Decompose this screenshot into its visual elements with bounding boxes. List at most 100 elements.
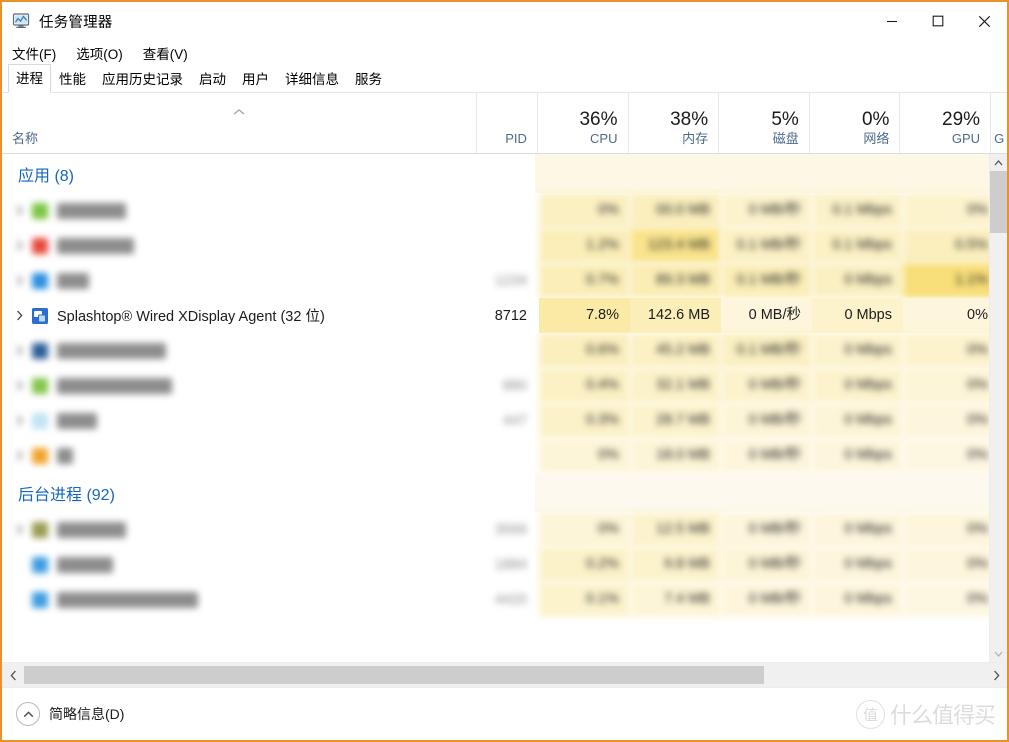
tab-startup[interactable]: 启动 bbox=[191, 65, 234, 93]
column-header-gpu[interactable]: 29% GPU bbox=[899, 93, 990, 153]
task-manager-window: 任务管理器 文件(F) 选项(O) 查看(V) 进程 性能 应用历史记录 启动 … bbox=[0, 0, 1009, 742]
process-group-metric-spacer bbox=[899, 154, 990, 193]
expand-chevron-icon[interactable] bbox=[12, 414, 26, 428]
close-button[interactable] bbox=[961, 2, 1007, 40]
expand-chevron-icon[interactable] bbox=[12, 344, 26, 358]
process-name-cell bbox=[2, 447, 478, 464]
expand-chevron-icon[interactable] bbox=[12, 204, 26, 218]
process-name-label: Splashtop® Wired XDisplay Agent (32 位) bbox=[57, 309, 325, 325]
process-row[interactable]: 0.6% 45.2 MB 0.1 MB/秒 0 Mbps 0% bbox=[2, 333, 994, 368]
process-group-metric-spacer bbox=[717, 154, 808, 193]
process-name-cell: Windows bbox=[2, 377, 478, 394]
process-row[interactable]: 0% 00.0 MB 0 MB/秒 0.1 Mbps 0% bbox=[2, 193, 994, 228]
process-pid-cell: 880 bbox=[502, 377, 527, 394]
process-row[interactable]: 447 0.3% 28.7 MB 0 MB/秒 0 Mbps 0% bbox=[2, 403, 994, 438]
process-group-metric-spacer bbox=[535, 473, 626, 512]
process-rows-container: 应用 (8) 0% 00.0 MB 0 MB/秒 0.1 Mbps 0% 1.2% 123… bbox=[2, 154, 994, 662]
process-group-header[interactable]: 后台进程 (92) bbox=[2, 473, 990, 512]
vertical-scrollbar[interactable] bbox=[989, 154, 1007, 662]
process-row[interactable]: 1234 0.7% 89.3 MB 0.1 MB/秒 0 Mbps 1.1% bbox=[2, 263, 994, 298]
process-name-label bbox=[57, 272, 90, 289]
expand-chevron-icon[interactable] bbox=[12, 379, 26, 393]
vertical-scroll-track[interactable] bbox=[990, 171, 1007, 645]
horizontal-scroll-track[interactable] bbox=[24, 666, 985, 684]
process-name-cell bbox=[2, 521, 478, 538]
expand-chevron-icon[interactable] bbox=[12, 274, 26, 288]
process-pid-cell: 447 bbox=[502, 412, 527, 429]
tab-services[interactable]: 服务 bbox=[347, 65, 390, 93]
scroll-up-icon[interactable] bbox=[990, 154, 1007, 171]
process-group-header[interactable]: 应用 (8) bbox=[2, 154, 990, 193]
column-header-cpu-label: CPU bbox=[590, 131, 618, 146]
window-controls bbox=[869, 2, 1007, 40]
scroll-down-icon[interactable] bbox=[990, 645, 1007, 662]
menu-item-file[interactable]: 文件(F) bbox=[12, 43, 56, 63]
expand-chevron-icon[interactable] bbox=[12, 239, 26, 253]
menu-item-options-label: 选项(O) bbox=[76, 46, 123, 62]
column-header-memory-label: 内存 bbox=[682, 131, 709, 146]
sort-ascending-icon bbox=[232, 103, 246, 121]
column-header-memory[interactable]: 38% 内存 bbox=[627, 93, 719, 153]
column-header-gpu-engine-label: G bbox=[994, 131, 1005, 146]
process-app-icon bbox=[32, 521, 48, 538]
column-header-pid[interactable]: PID bbox=[476, 93, 537, 153]
process-row[interactable]: Splashtop® Wired XDisplay Agent (32 位) 87… bbox=[2, 298, 994, 333]
watermark-text: 什么值得买 bbox=[889, 703, 996, 728]
expand-chevron-icon[interactable] bbox=[12, 309, 26, 323]
process-name-cell bbox=[2, 202, 478, 219]
process-app-icon bbox=[32, 591, 48, 608]
minimize-button[interactable] bbox=[869, 2, 915, 40]
column-header-disk-percent: 5% bbox=[771, 109, 799, 130]
process-list: 应用 (8) 0% 00.0 MB 0 MB/秒 0.1 Mbps 0% 1.2% 123… bbox=[2, 154, 1007, 662]
fewer-details-label: 简略信息(D) bbox=[49, 706, 125, 722]
tab-app-history[interactable]: 应用历史记录 bbox=[94, 65, 191, 93]
process-row[interactable]: 3566 0% 12.5 MB 0 MB/秒 0 Mbps 0% bbox=[2, 512, 994, 547]
process-app-icon bbox=[32, 202, 48, 219]
process-pid-cell: 1234 bbox=[494, 272, 527, 289]
maximize-button[interactable] bbox=[915, 2, 961, 40]
process-group-metric-spacer bbox=[626, 154, 717, 193]
process-pid-cell: 3566 bbox=[494, 521, 527, 538]
process-row[interactable]: 0% 18.0 MB 0 MB/秒 0 Mbps 0% bbox=[2, 438, 994, 473]
column-header-disk[interactable]: 5% 磁盘 bbox=[718, 93, 809, 153]
menu-item-view[interactable]: 查看(V) bbox=[143, 43, 188, 63]
tab-performance[interactable]: 性能 bbox=[51, 65, 94, 93]
scroll-left-icon[interactable] bbox=[2, 670, 24, 681]
menu-bar: 文件(F) 选项(O) 查看(V) bbox=[2, 40, 1007, 65]
task-manager-monitor-icon bbox=[12, 13, 30, 29]
menu-item-options[interactable]: 选项(O) bbox=[76, 43, 123, 63]
process-app-icon bbox=[32, 342, 48, 359]
column-header-gpu-label: GPU bbox=[951, 131, 981, 146]
process-app-icon bbox=[32, 272, 48, 289]
tab-details[interactable]: 详细信息 bbox=[277, 65, 347, 93]
vertical-scroll-thumb[interactable] bbox=[990, 171, 1007, 233]
column-header-row: 名称 PID 36% CPU 38% 内存 5% 磁盘 0% 网络 29% GP… bbox=[2, 93, 1007, 154]
process-name-label bbox=[57, 591, 198, 608]
process-name-cell bbox=[2, 237, 478, 254]
column-header-network[interactable]: 0% 网络 bbox=[808, 93, 900, 153]
process-row[interactable]: 4420 0.1% 7.4 MB 0 MB/秒 0 Mbps 0% bbox=[2, 582, 994, 617]
column-header-name[interactable]: 名称 bbox=[2, 93, 476, 153]
scroll-right-icon[interactable] bbox=[985, 670, 1007, 681]
process-name-cell bbox=[2, 591, 478, 608]
process-group-metric-spacer bbox=[899, 473, 990, 512]
process-row[interactable]: Windows 880 0.4% 32.1 MB 0 MB/秒 0 Mbps 0% bbox=[2, 368, 994, 403]
process-group-metric-spacer bbox=[808, 154, 899, 193]
tab-users[interactable]: 用户 bbox=[234, 65, 277, 93]
process-name-label bbox=[57, 521, 126, 538]
expand-chevron-icon[interactable] bbox=[12, 523, 26, 537]
process-row[interactable]: 1884 0.2% 9.8 MB 0 MB/秒 0 Mbps 0% bbox=[2, 547, 994, 582]
menu-item-view-label: 查看(V) bbox=[142, 46, 188, 62]
process-name-label bbox=[57, 342, 166, 359]
fewer-details-button[interactable]: 简略信息(D) bbox=[16, 702, 124, 726]
horizontal-scrollbar[interactable] bbox=[2, 662, 1007, 687]
column-header-cpu[interactable]: 36% CPU bbox=[536, 93, 628, 153]
process-group-label: 应用 (8) bbox=[18, 167, 75, 185]
column-header-gpu-engine[interactable]: G bbox=[990, 93, 1007, 153]
process-name-label bbox=[57, 202, 126, 219]
tab-processes[interactable]: 进程 bbox=[8, 64, 51, 93]
column-header-memory-percent: 38% bbox=[670, 109, 709, 130]
horizontal-scroll-thumb[interactable] bbox=[24, 666, 764, 684]
expand-chevron-icon[interactable] bbox=[12, 449, 26, 463]
process-row[interactable]: 1.2% 123.4 MB 0.1 MB/秒 0.1 Mbps 0.5% bbox=[2, 228, 994, 263]
